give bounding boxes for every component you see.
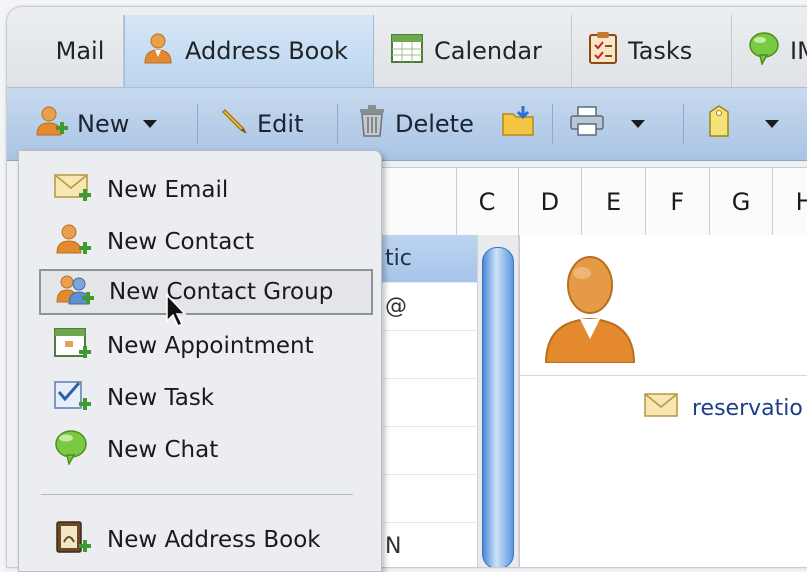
list-item[interactable] [377, 475, 477, 523]
contact-avatar [542, 251, 638, 367]
tab-tasks-label: Tasks [628, 37, 693, 65]
menu-item-label: New Chat [107, 437, 219, 463]
list-item[interactable] [377, 427, 477, 475]
menu-item-label: New Contact [107, 229, 254, 255]
new-chat-icon [53, 429, 93, 471]
pencil-icon [219, 106, 249, 142]
address-book-icon [141, 31, 175, 71]
new-dropdown-menu: New Email New Contact New Contact Group [18, 150, 382, 572]
delete-button-label: Delete [395, 110, 474, 138]
menu-item-label: New Address Book [107, 527, 321, 553]
alphabet-letter[interactable]: F [646, 168, 710, 236]
list-item[interactable] [377, 379, 477, 427]
menu-item-new-task[interactable]: New Task [39, 375, 373, 421]
menu-item-new-appointment[interactable]: New Appointment [39, 323, 373, 369]
list-item[interactable]: tic [377, 235, 477, 283]
contact-email-text: reservatio [692, 395, 803, 421]
menu-item-new-email[interactable]: New Email [39, 167, 373, 213]
menu-item-label: New Contact Group [109, 279, 334, 305]
chevron-down-icon[interactable] [631, 120, 645, 128]
tasks-icon [588, 31, 618, 71]
tag-button[interactable] [707, 88, 779, 160]
alphabet-letter[interactable]: H [773, 168, 807, 236]
menu-item-label: New Task [107, 385, 215, 411]
new-contact-icon [53, 222, 93, 262]
chevron-down-icon [143, 120, 158, 128]
alphabet-letter[interactable]: G [710, 168, 774, 236]
list-item[interactable] [377, 331, 477, 379]
tab-address-book-label: Address Book [185, 37, 348, 65]
new-appointment-icon [53, 326, 93, 366]
new-button-label: New [77, 110, 130, 138]
edit-button-label: Edit [257, 110, 304, 138]
menu-item-label: New Email [107, 177, 229, 203]
alphabet-letter[interactable] [377, 168, 457, 236]
scrollbar-thumb[interactable] [482, 247, 514, 567]
tab-im-label: IM [790, 37, 807, 65]
tab-tasks[interactable]: Tasks [572, 15, 732, 87]
contact-detail-header [520, 235, 807, 376]
tab-calendar-label: Calendar [434, 37, 542, 65]
move-to-folder-button[interactable] [501, 88, 537, 160]
contact-email-link[interactable]: reservatio [644, 393, 803, 423]
toolbar-divider [197, 104, 198, 144]
calendar-icon [390, 32, 424, 70]
tab-address-book[interactable]: Address Book [124, 15, 374, 87]
tab-mail-label: Mail [55, 37, 105, 65]
menu-item-label: New Appointment [107, 333, 314, 359]
new-contact-icon [35, 104, 69, 144]
chevron-down-icon[interactable] [765, 120, 779, 128]
contact-detail-pane: reservatio [519, 235, 807, 567]
alphabet-letter[interactable]: C [457, 168, 519, 236]
mouse-cursor-icon [165, 293, 191, 333]
alphabet-letter[interactable]: D [519, 168, 583, 236]
print-button[interactable] [569, 88, 645, 160]
toolbar-divider [552, 104, 553, 144]
tab-mail[interactable]: Mail [37, 15, 124, 87]
module-tab-bar: Mail Address Book Calendar Tasks I [7, 7, 807, 88]
menu-item-new-contact[interactable]: New Contact [39, 219, 373, 265]
folder-arrow-icon [501, 104, 537, 144]
tab-im[interactable]: IM [732, 15, 807, 87]
menu-item-new-address-book[interactable]: New Address Book [39, 517, 373, 563]
menu-divider [41, 494, 353, 495]
chat-bubble-icon [748, 31, 780, 71]
trash-icon [357, 104, 387, 144]
envelope-icon [644, 393, 678, 423]
list-item[interactable]: @ [377, 283, 477, 331]
alphabet-filter-bar: C D E F G H [377, 167, 807, 237]
toolbar-divider [337, 104, 338, 144]
list-item[interactable]: N [377, 523, 477, 567]
menu-item-new-chat[interactable]: New Chat [39, 427, 373, 473]
tab-calendar[interactable]: Calendar [374, 15, 572, 87]
alphabet-letter[interactable]: E [582, 168, 646, 236]
new-address-book-icon [53, 520, 93, 560]
contact-list-scrollbar[interactable] [477, 235, 519, 567]
new-task-icon [53, 378, 93, 418]
contact-list: tic @ N [377, 235, 477, 567]
toolbar-divider [683, 104, 684, 144]
new-contact-group-icon [55, 272, 95, 312]
new-email-icon [53, 171, 93, 209]
menu-item-new-contact-group[interactable]: New Contact Group [39, 269, 373, 315]
tag-icon [707, 104, 731, 144]
printer-icon [569, 105, 605, 143]
